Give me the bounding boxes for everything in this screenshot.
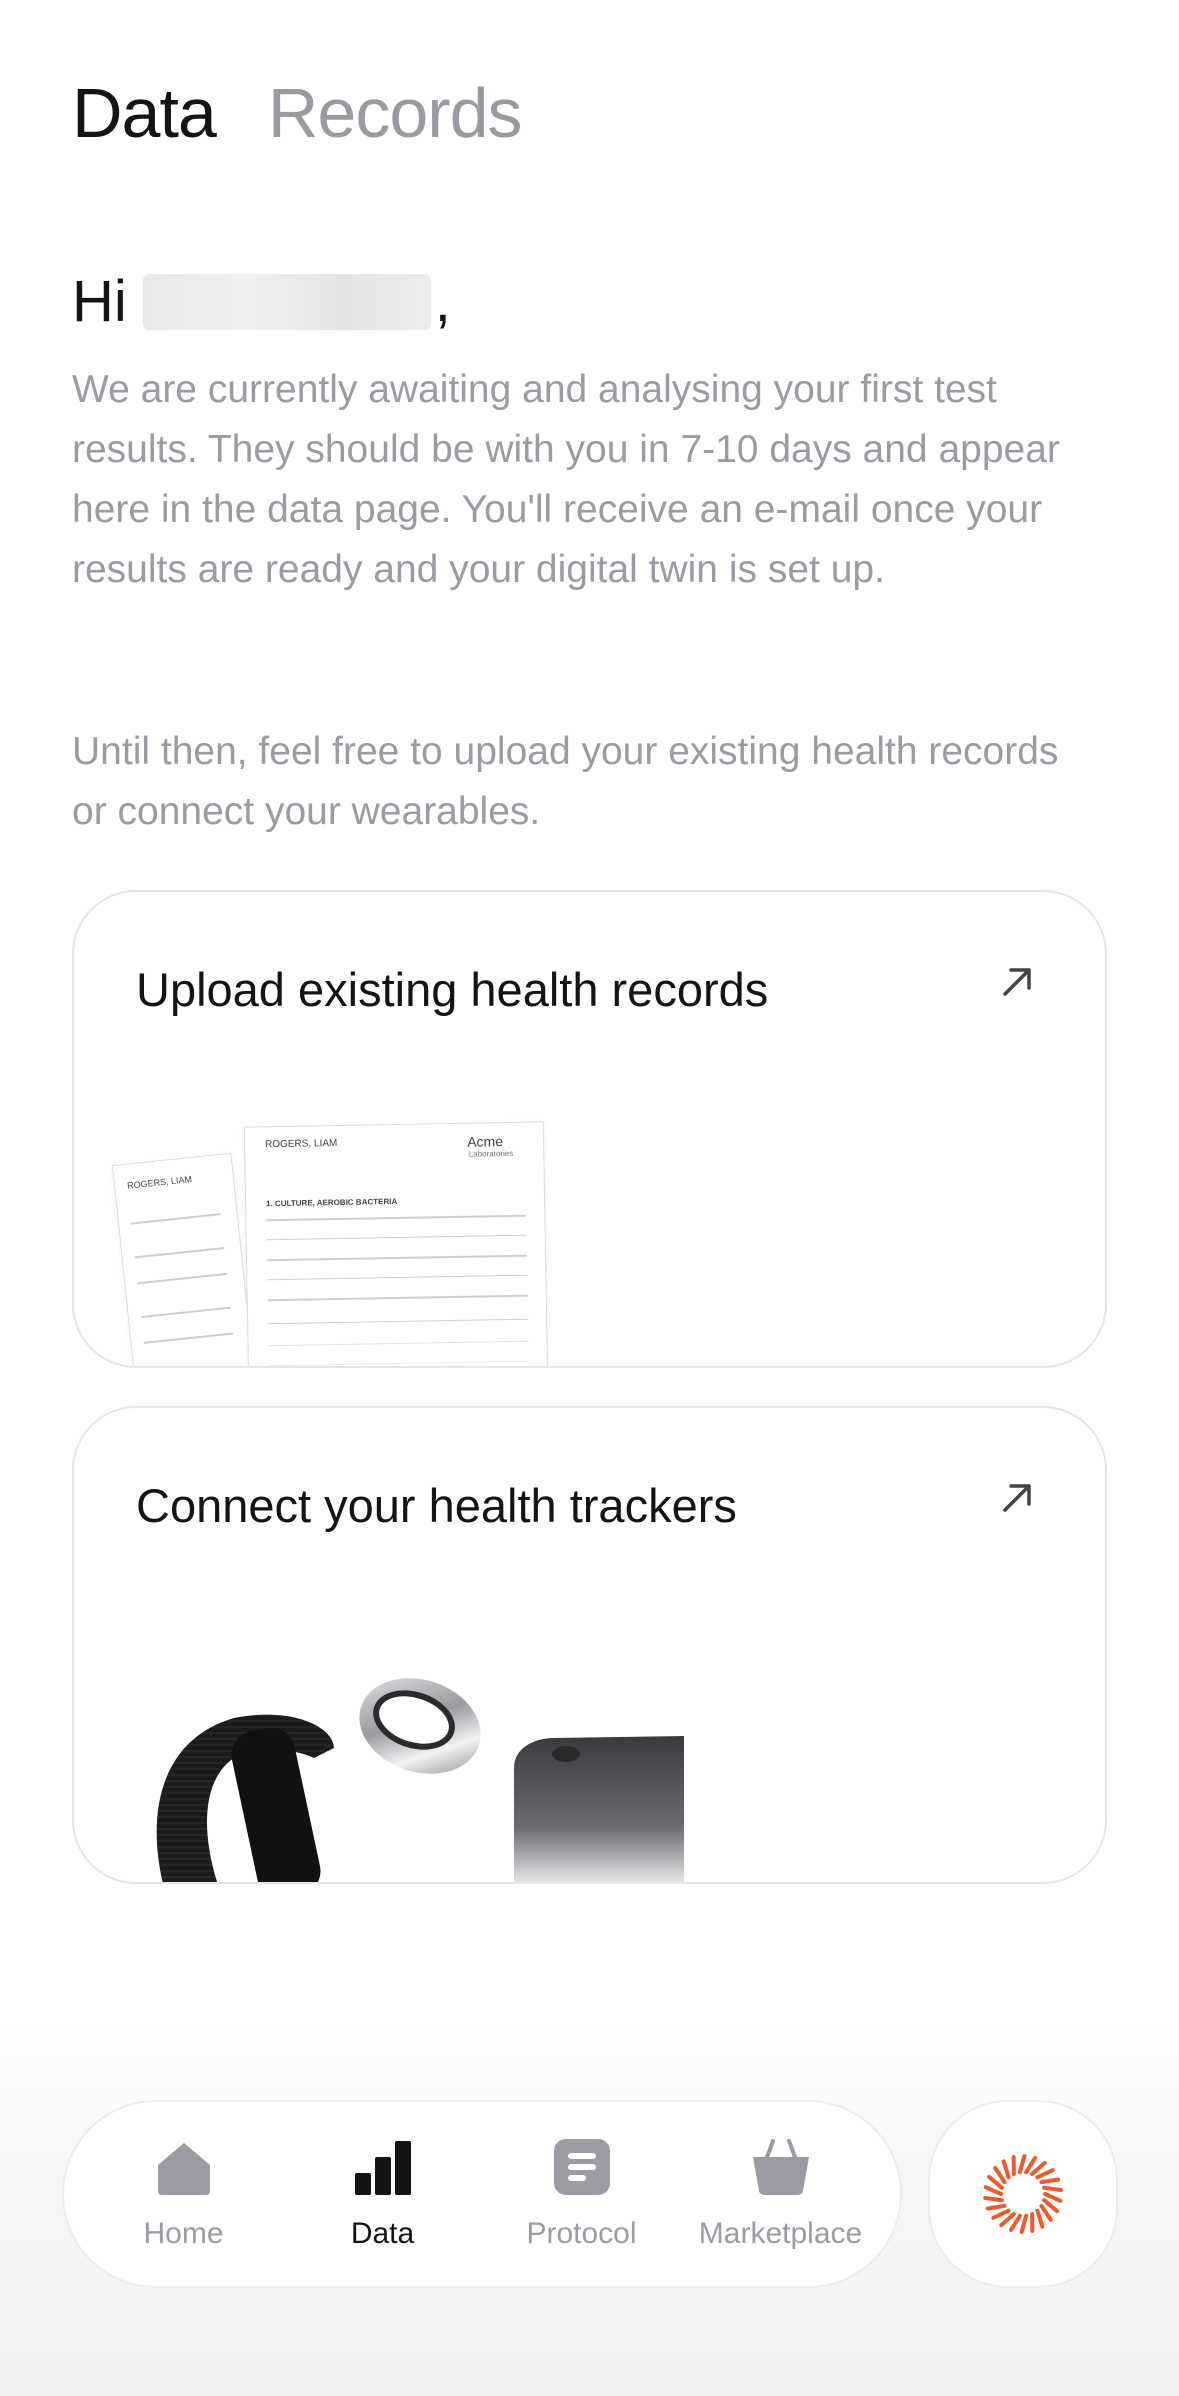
- intro-paragraph: We are currently awaiting and analysing …: [72, 368, 1060, 591]
- report-section-title: 1. CULTURE, AEROBIC BACTERIA: [266, 1196, 398, 1209]
- sunburst-ray: [1035, 2208, 1045, 2229]
- greeting: Hi ,: [72, 268, 451, 335]
- sunburst-ray: [985, 2203, 1007, 2211]
- sunburst-ray: [999, 2212, 1016, 2228]
- sunburst-ray: [1039, 2177, 1061, 2185]
- basket-icon: [752, 2139, 809, 2195]
- report-lab-subtitle: Laboratories: [468, 1148, 514, 1159]
- home-icon: [157, 2143, 210, 2195]
- assistant-button[interactable]: [928, 2100, 1118, 2288]
- nav-item-label: Data: [350, 2217, 415, 2250]
- bar-chart-icon: [354, 2141, 411, 2195]
- nav-item-label: Protocol: [526, 2217, 637, 2250]
- intro-paragraph-secondary: Until then, feel free to upload your exi…: [72, 730, 1059, 833]
- lab-report-back-image: ROGERS, LIAM: [111, 1152, 256, 1366]
- redacted-username: [142, 273, 431, 330]
- document-icon: [553, 2139, 610, 2195]
- report-patient-name: ROGERS, LIAM: [126, 1174, 193, 1191]
- greeting-prefix: Hi: [72, 269, 127, 334]
- tab-records[interactable]: Records: [268, 78, 523, 148]
- card-title: Connect your health trackers: [136, 1479, 737, 1532]
- sunburst-ray: [1039, 2203, 1053, 2222]
- arrow-up-right-icon: [1003, 1484, 1031, 1512]
- nav-item-home[interactable]: Home: [89, 2137, 279, 2251]
- sunburst-ray: [993, 2166, 1007, 2185]
- nav-item-label: Home: [143, 2217, 224, 2250]
- upload-records-card[interactable]: Upload existing health records ROGERS, L…: [72, 890, 1107, 1368]
- sunburst-ray: [1030, 2160, 1047, 2176]
- wrist-band-image: [156, 1714, 334, 1882]
- arrow-up-right-icon: [1003, 968, 1031, 996]
- sunburst-ray: [1042, 2185, 1063, 2192]
- top-tabs: Data Records: [72, 78, 523, 148]
- nav-item-marketplace[interactable]: Marketplace: [686, 2137, 876, 2251]
- sunburst-icon: [983, 2154, 1063, 2234]
- connect-trackers-card[interactable]: Connect your health trackers: [72, 1406, 1107, 1884]
- sunburst-ray: [1001, 2159, 1011, 2180]
- sunburst-ray: [983, 2185, 1003, 2196]
- sunburst-ray: [1043, 2192, 1063, 2203]
- tab-data[interactable]: Data: [72, 78, 217, 148]
- sunburst-ray: [1035, 2168, 1055, 2180]
- tracker-hub-image: [514, 1736, 684, 1882]
- report-lab-logo: Acme: [467, 1133, 504, 1150]
- nav-item-label: Marketplace: [698, 2217, 863, 2250]
- sunburst-ray: [1019, 2213, 1029, 2234]
- smart-ring-image: [359, 1678, 481, 1774]
- nav-item-data[interactable]: Data: [288, 2137, 478, 2251]
- sunburst-ray: [1017, 2154, 1027, 2175]
- sunburst-ray: [983, 2196, 1004, 2203]
- card-title: Upload existing health records: [136, 963, 769, 1016]
- report-patient-name: ROGERS, LIAM: [264, 1138, 338, 1151]
- sunburst-ray: [991, 2208, 1011, 2220]
- greeting-suffix: ,: [434, 269, 451, 334]
- lab-report-front-image: ROGERS, LIAM Acme Laboratories 1. CULTUR…: [243, 1121, 549, 1366]
- bottom-nav: Home Data Protocol Marketplace: [62, 2100, 902, 2288]
- nav-item-protocol[interactable]: Protocol: [487, 2137, 677, 2251]
